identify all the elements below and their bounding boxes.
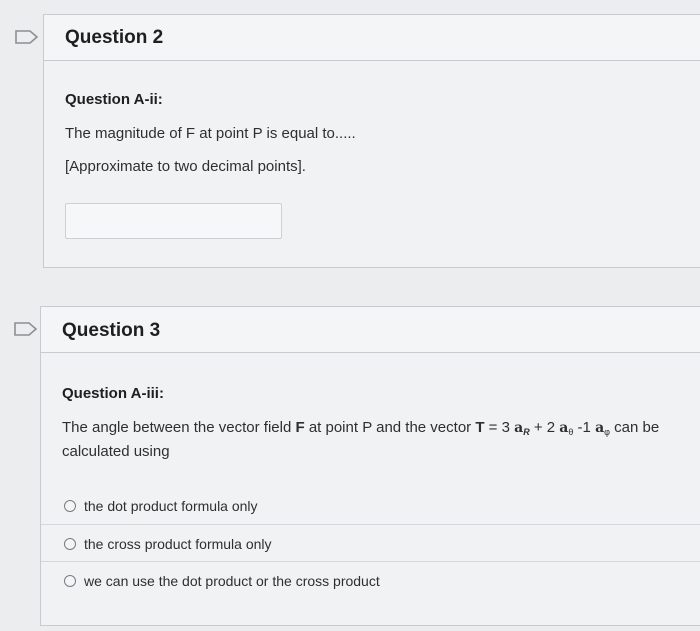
question-2-instruction: [Approximate to two decimal points]. <box>65 158 306 175</box>
question-3-subtitle: Question A-iii: <box>62 385 164 402</box>
question-2-subtitle: Question A-ii: <box>65 91 163 108</box>
question-2-card: Question 2 Question A-ii: The magnitude … <box>43 14 700 268</box>
option-label: the dot product formula only <box>84 497 258 514</box>
option-either-product[interactable]: we can use the dot product or the cross … <box>41 561 700 599</box>
question-2-text: The magnitude of F at point P is equal t… <box>65 125 356 142</box>
answer-input[interactable] <box>65 203 282 239</box>
question-3-card: Question 3 Question A-iii: The angle bet… <box>40 306 700 626</box>
radio-button[interactable] <box>64 574 76 587</box>
question-3-stem-line2: calculated using <box>62 443 170 460</box>
option-label: we can use the dot product or the cross … <box>84 572 380 589</box>
flag-question-icon[interactable] <box>14 322 38 336</box>
option-label: the cross product formula only <box>84 535 272 552</box>
question-2-title: Question 2 <box>65 27 164 48</box>
radio-button[interactable] <box>64 537 76 550</box>
radio-button[interactable] <box>64 499 76 512</box>
option-dot-product[interactable]: the dot product formula only <box>41 487 700 524</box>
flag-question-icon[interactable] <box>15 30 39 44</box>
question-3-title: Question 3 <box>62 320 161 341</box>
option-cross-product[interactable]: the cross product formula only <box>41 524 700 562</box>
